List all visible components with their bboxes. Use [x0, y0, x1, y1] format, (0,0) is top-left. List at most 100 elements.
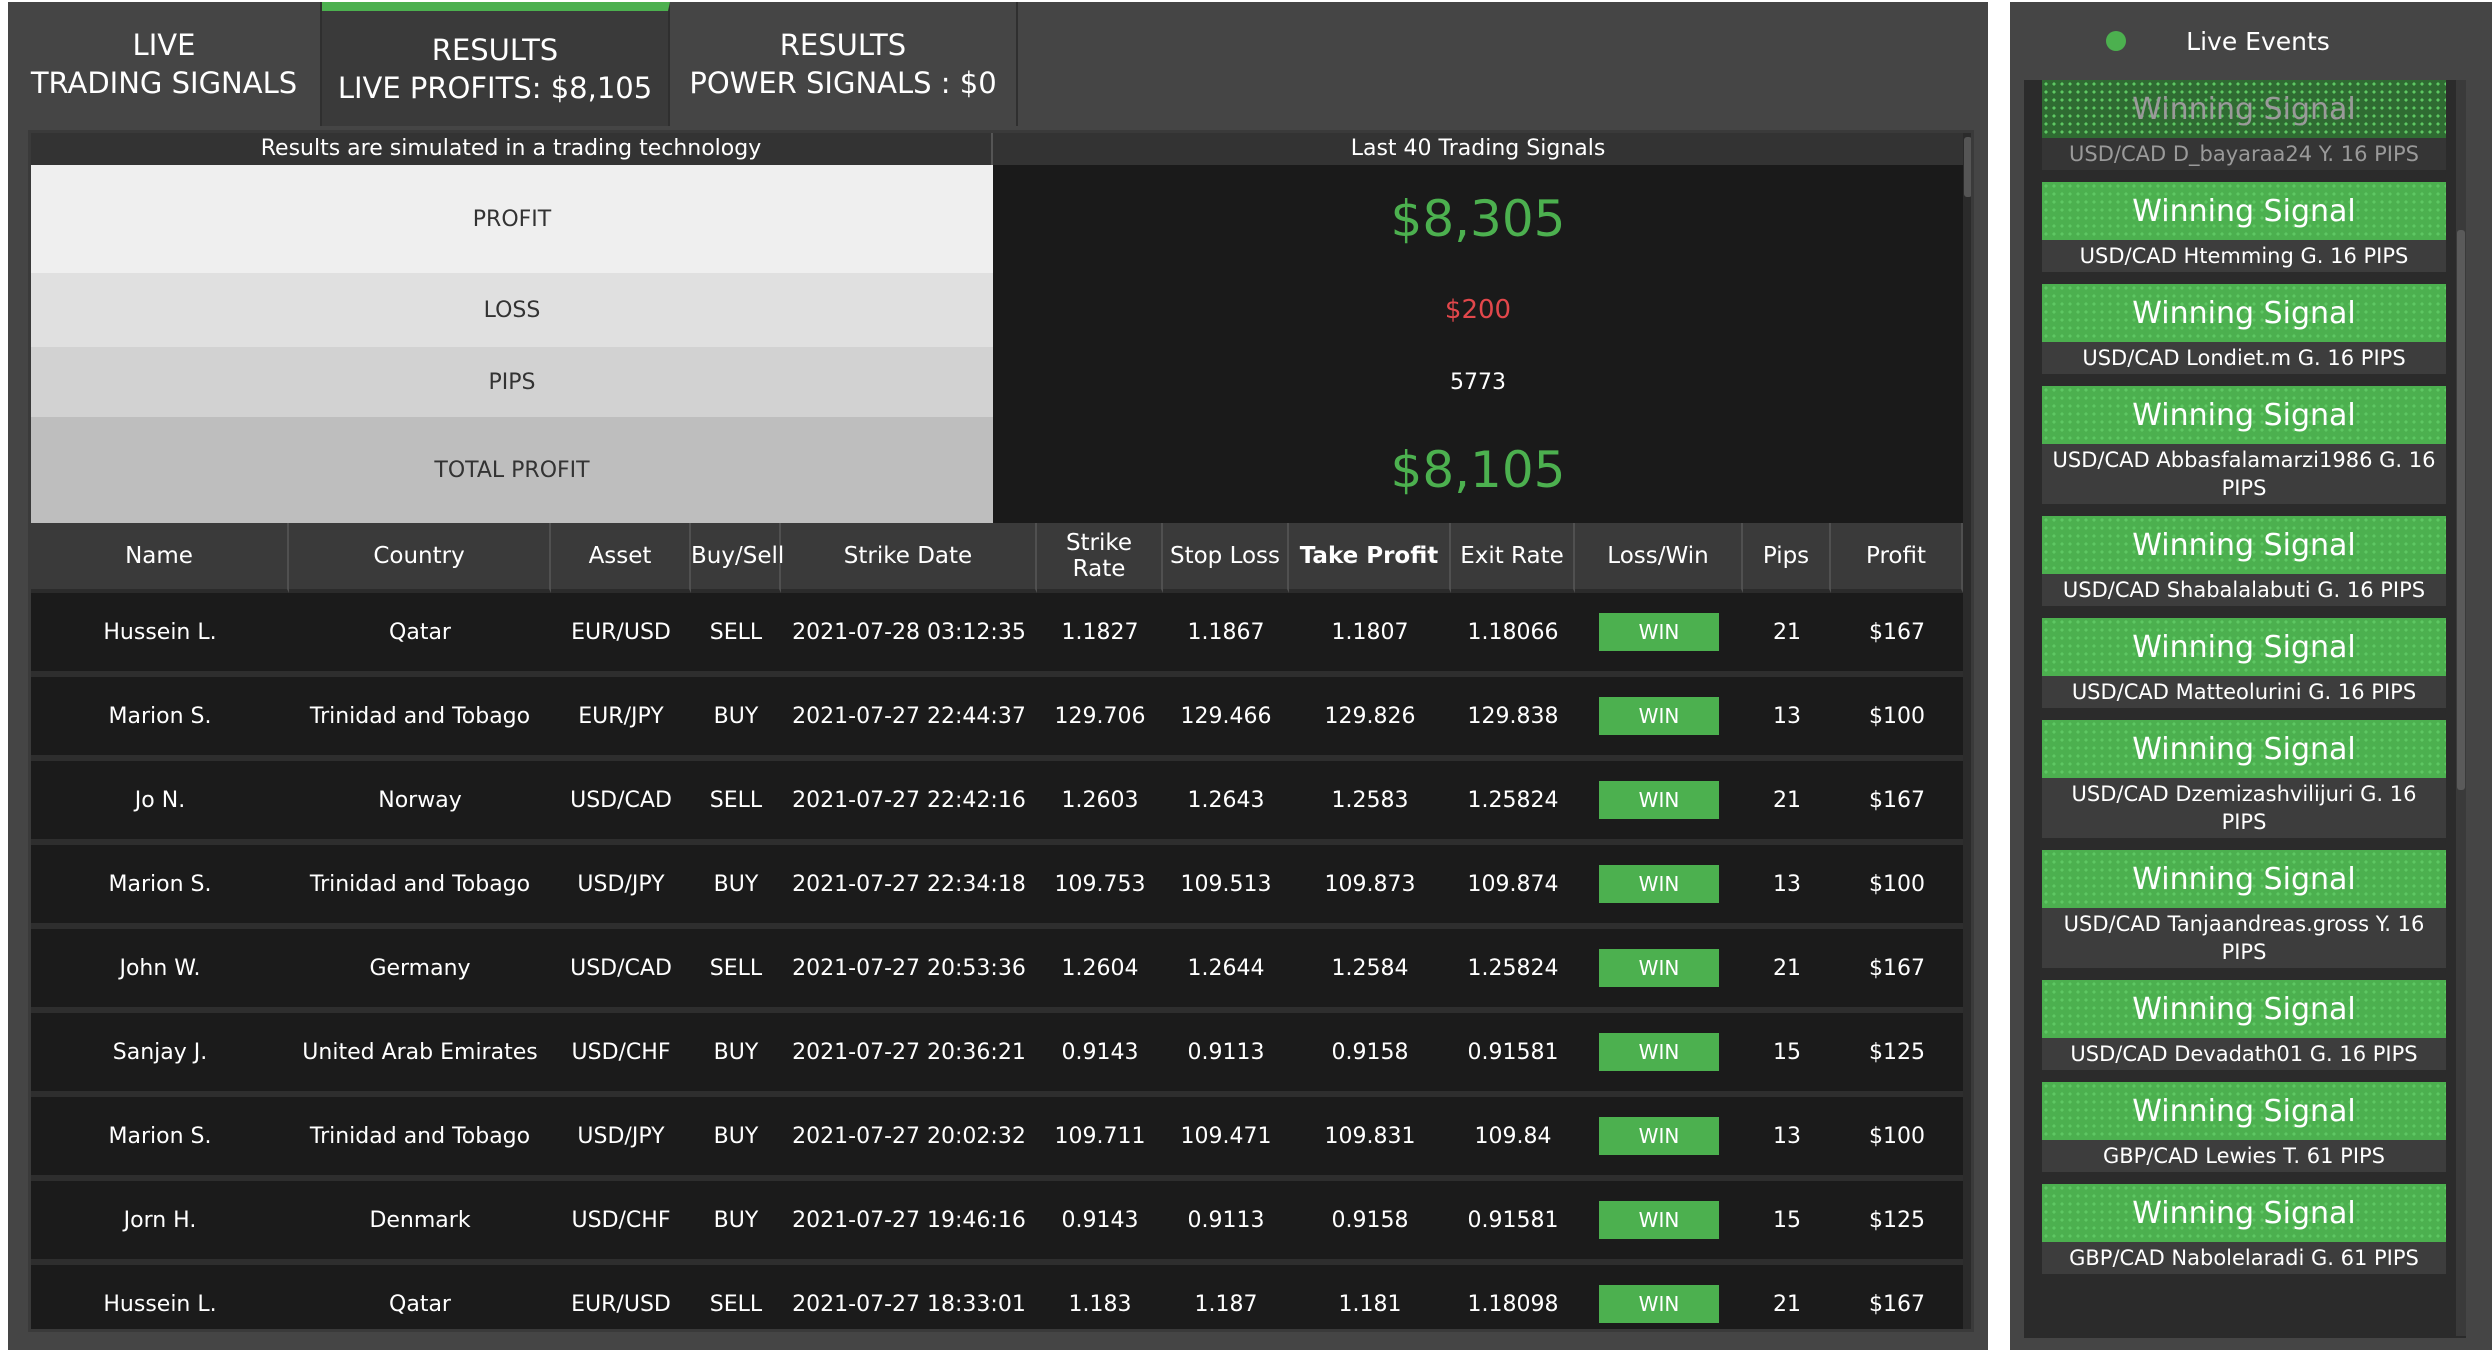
table-row[interactable]: Marion S. Trinidad and Tobago USD/JPY BUY 20… — [31, 1097, 1963, 1181]
column-header[interactable]: Name — [31, 523, 289, 593]
cell-pips: 21 — [1743, 929, 1831, 1013]
column-header[interactable]: Take Profit — [1289, 523, 1451, 593]
table-row[interactable]: Jorn H. Denmark USD/CHF BUY 2021-07-27 19:46… — [31, 1181, 1963, 1265]
live-events-list[interactable]: Winning Signal USD/CAD D_bayaraa24 Y. 16 … — [2024, 80, 2466, 1338]
cell-exit: 1.25824 — [1451, 761, 1575, 845]
event-title: Winning Signal — [2042, 980, 2446, 1038]
tab-results-live-profits[interactable]: RESULTS LIVE PROFITS: $8,105 — [322, 2, 670, 126]
cell-pips: 21 — [1743, 1265, 1831, 1329]
cell-profit: $125 — [1831, 1181, 1963, 1265]
table-row[interactable]: Hussein L. Qatar EUR/USD SELL 2021-07-28 03:… — [31, 593, 1963, 677]
cell-side: BUY — [691, 845, 781, 929]
tab-results-power-signals[interactable]: RESULTS POWER SIGNALS : $0 — [670, 2, 1018, 126]
column-header[interactable]: Strike Rate — [1037, 523, 1163, 593]
cell-take: 1.2583 — [1289, 761, 1451, 845]
table-row[interactable]: Marion S. Trinidad and Tobago USD/JPY BUY 20… — [31, 845, 1963, 929]
scrollbar-thumb[interactable] — [2457, 230, 2465, 790]
cell-stop: 129.466 — [1163, 677, 1289, 761]
cell-strike: 1.1827 — [1037, 593, 1163, 677]
cell-country: Trinidad and Tobago — [289, 677, 551, 761]
event-detail: USD/CAD Devadath01 G. 16 PIPS — [2042, 1038, 2446, 1070]
cell-side: BUY — [691, 1181, 781, 1265]
cell-pips: 21 — [1743, 761, 1831, 845]
cell-stop: 1.2644 — [1163, 929, 1289, 1013]
cell-asset: USD/CHF — [551, 1181, 691, 1265]
live-status-dot-icon — [2106, 31, 2126, 51]
event-title: Winning Signal — [2042, 1184, 2446, 1242]
cell-result: WIN — [1575, 1097, 1743, 1181]
cell-country: United Arab Emirates — [289, 1013, 551, 1097]
cell-side: SELL — [691, 929, 781, 1013]
cell-profit: $167 — [1831, 929, 1963, 1013]
loss-label: LOSS — [31, 273, 993, 347]
column-header[interactable]: Exit Rate — [1451, 523, 1575, 593]
cell-name: Hussein L. — [31, 1265, 289, 1329]
cell-stop: 1.2643 — [1163, 761, 1289, 845]
event-detail: GBP/CAD Lewies T. 61 PIPS — [2042, 1140, 2446, 1172]
event-title: Winning Signal — [2042, 516, 2446, 574]
loss-value: $200 — [1444, 295, 1512, 325]
table-row[interactable]: Jo N. Norway USD/CAD SELL 2021-07-27 22:42:1… — [31, 761, 1963, 845]
event-detail: USD/CAD Londiet.m G. 16 PIPS — [2042, 342, 2446, 374]
table-row[interactable]: Marion S. Trinidad and Tobago EUR/JPY BUY 20… — [31, 677, 1963, 761]
summary-row-profit: PROFIT $8,305 — [31, 165, 1963, 273]
pips-value: 5773 — [1450, 369, 1506, 395]
cell-country: Trinidad and Tobago — [289, 1097, 551, 1181]
win-badge: WIN — [1599, 697, 1719, 735]
cell-result: WIN — [1575, 1181, 1743, 1265]
results-content: Results are simulated in a trading techn… — [28, 130, 1974, 1332]
cell-profit: $100 — [1831, 1097, 1963, 1181]
cell-result: WIN — [1575, 1013, 1743, 1097]
event-title: Winning Signal — [2042, 182, 2446, 240]
win-badge: WIN — [1599, 1201, 1719, 1239]
cell-exit: 109.84 — [1451, 1097, 1575, 1181]
scrollbar-thumb[interactable] — [1964, 137, 1971, 197]
column-header[interactable]: Pips — [1743, 523, 1831, 593]
event-title: Winning Signal — [2042, 284, 2446, 342]
column-header[interactable]: Buy/Sell — [691, 523, 784, 593]
events-scrollbar[interactable] — [2456, 80, 2466, 1336]
table-row[interactable]: Sanjay J. United Arab Emirates USD/CHF BUY 2… — [31, 1013, 1963, 1097]
cell-date: 2021-07-27 20:36:21 — [781, 1013, 1037, 1097]
content-scrollbar[interactable] — [1963, 133, 1971, 1329]
column-header[interactable]: Strike Date — [781, 523, 1037, 593]
tab-live-trading-signals[interactable]: LIVE TRADING SIGNALS — [8, 2, 322, 126]
tab-line: POWER SIGNALS : $0 — [689, 66, 997, 100]
event-card: Winning Signal GBP/CAD Lewies T. 61 PIPS — [2042, 1082, 2446, 1172]
cell-side: SELL — [691, 1265, 781, 1329]
event-detail: USD/CAD Dzemizashvilijuri G. 16 PIPS — [2042, 778, 2446, 838]
cell-asset: EUR/USD — [551, 1265, 691, 1329]
trades-table: Name Country Asset Buy/Sell Strike Date … — [31, 523, 1963, 1329]
results-panel: LIVE TRADING SIGNALS RESULTS LIVE PROFITS:… — [8, 2, 1988, 1350]
cell-asset: EUR/JPY — [551, 677, 691, 761]
cell-name: Marion S. — [31, 677, 289, 761]
column-header[interactable]: Stop Loss — [1163, 523, 1289, 593]
cell-pips: 21 — [1743, 593, 1831, 677]
cell-exit: 1.18066 — [1451, 593, 1575, 677]
cell-asset: EUR/USD — [551, 593, 691, 677]
cell-date: 2021-07-27 22:34:18 — [781, 845, 1037, 929]
column-header[interactable]: Country — [289, 523, 551, 593]
event-detail: USD/CAD Abbasfalamarzi1986 G. 16 PIPS — [2042, 444, 2446, 504]
cell-name: Jorn H. — [31, 1181, 289, 1265]
summary-row-pips: PIPS 5773 — [31, 347, 1963, 417]
cell-result: WIN — [1575, 929, 1743, 1013]
total-profit-label: TOTAL PROFIT — [31, 417, 993, 523]
cell-pips: 13 — [1743, 845, 1831, 929]
event-card: Winning Signal USD/CAD Dzemizashvilijuri … — [2042, 720, 2446, 838]
cell-profit: $100 — [1831, 677, 1963, 761]
event-title: Winning Signal — [2042, 618, 2446, 676]
cell-profit: $100 — [1831, 845, 1963, 929]
win-badge: WIN — [1599, 949, 1719, 987]
table-row[interactable]: John W. Germany USD/CAD SELL 2021-07-27 20:5… — [31, 929, 1963, 1013]
column-header[interactable]: Asset — [551, 523, 691, 593]
cell-profit: $167 — [1831, 761, 1963, 845]
cell-profit: $167 — [1831, 1265, 1963, 1329]
table-row[interactable]: Hussein L. Qatar EUR/USD SELL 2021-07-27 18:… — [31, 1265, 1963, 1329]
column-header[interactable]: Loss/Win — [1575, 523, 1743, 593]
event-detail: USD/CAD Tanjaandreas.gross Y. 16 PIPS — [2042, 908, 2446, 968]
cell-date: 2021-07-27 18:33:01 — [781, 1265, 1037, 1329]
column-header[interactable]: Profit — [1831, 523, 1963, 593]
event-title: Winning Signal — [2042, 386, 2446, 444]
tab-line: RESULTS — [431, 32, 559, 67]
